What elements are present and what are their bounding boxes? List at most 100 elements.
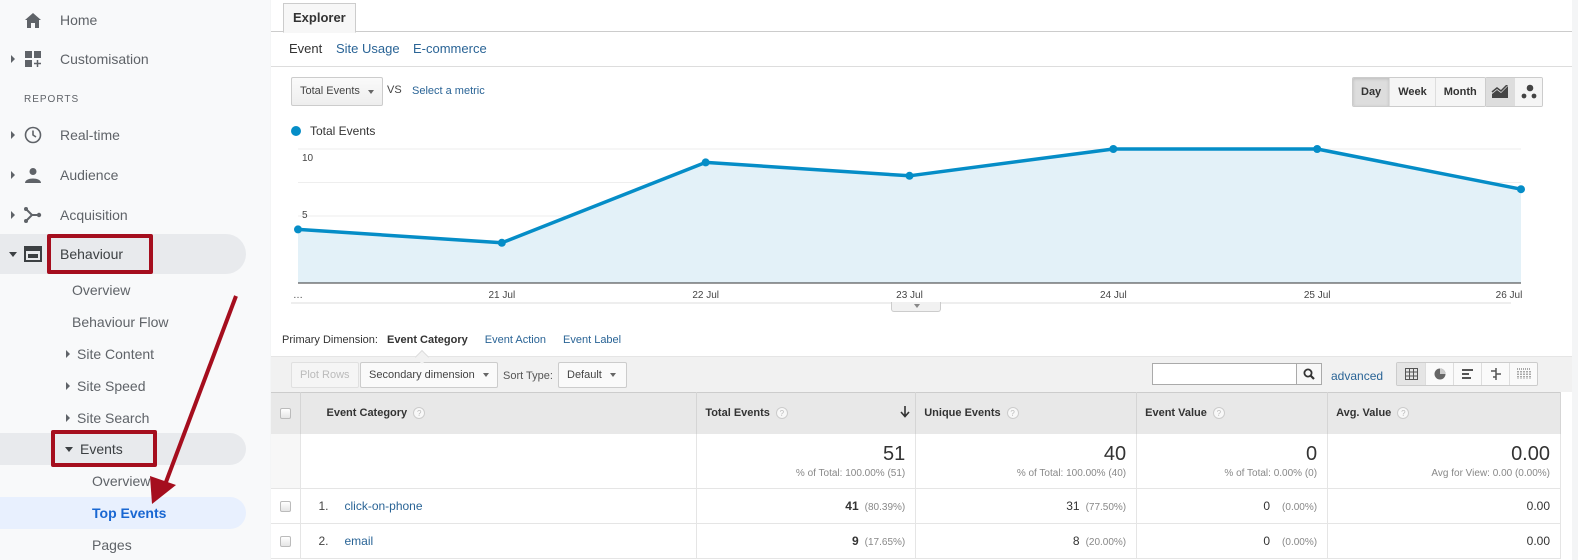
column-header-unique-events[interactable]: Unique Events? (915, 392, 1138, 434)
dimension-event-category[interactable]: Event Category (387, 334, 468, 346)
column-header-avg-value[interactable]: Avg. Value? (1327, 392, 1561, 434)
motion-chart-icon (1521, 84, 1536, 99)
event-category-link[interactable]: email (344, 534, 373, 548)
avg-value-total: 0.00 (1511, 442, 1550, 465)
help-icon[interactable]: ? (1397, 407, 1410, 420)
select-all-cell (271, 392, 302, 434)
table-row: 2. email 9 (17.65%) 8 (20.00%) 0 (0.00%) 0.0… (271, 523, 1561, 559)
total-events-value: 9 (851, 534, 859, 548)
data-point (1517, 185, 1525, 194)
day-button[interactable]: Day (1353, 78, 1390, 106)
event-value-percent: (0.00%) (1282, 537, 1318, 548)
week-button[interactable]: Week (1389, 78, 1435, 106)
row-rank: 1. (318, 499, 329, 513)
select-all-checkbox[interactable] (280, 407, 292, 419)
data-point (1313, 145, 1322, 153)
event-category-link[interactable]: click-on-phone (344, 499, 422, 513)
totals-row: 51 % of Total: 100.00% (51) 40 % of Total:… (271, 433, 1561, 489)
chart-legend: Total Events (291, 124, 375, 138)
pivot-view-button[interactable] (1509, 363, 1537, 385)
dimension-event-label[interactable]: Event Label (563, 334, 621, 346)
table-search-input[interactable] (1152, 363, 1298, 385)
avg-value-subtext: Avg for View: 0.00 (0.00%) (1431, 467, 1550, 479)
data-view-button[interactable] (1397, 363, 1425, 385)
row-rank: 2. (318, 534, 329, 548)
bar-chart-icon (1461, 369, 1473, 379)
events-table: Event Category? Total Events? Unique Eve… (271, 392, 1561, 559)
total-events-percent: (17.65%) (864, 537, 906, 548)
data-point (294, 225, 302, 234)
sidebar: Home Customisation REPORTS Real-time Aud… (0, 0, 270, 560)
chart-type-toggle (1485, 77, 1543, 107)
help-icon[interactable]: ? (1006, 407, 1019, 420)
plot-rows-button[interactable]: Plot Rows (291, 362, 359, 388)
unique-events-percent: (20.00%) (1085, 537, 1127, 548)
dropdown-arrow-icon (482, 373, 489, 378)
x-tick-label: 22 Jul (692, 290, 719, 301)
data-point (905, 171, 914, 180)
row-checkbox[interactable] (280, 500, 292, 512)
x-tick-label: 23 Jul (896, 290, 923, 301)
total-events-percent: (80.39%) (864, 502, 906, 513)
grid-icon (1404, 368, 1418, 380)
dimension-event-action[interactable]: Event Action (485, 334, 546, 346)
sort-type-value: Default (567, 369, 602, 381)
data-point (497, 238, 506, 247)
secondary-dimension-select[interactable]: Secondary dimension (360, 362, 498, 388)
dropdown-arrow-icon (609, 373, 616, 378)
help-icon[interactable]: ? (413, 407, 426, 420)
sort-descending-icon (900, 406, 910, 418)
x-tick-label: 21 Jul (488, 290, 515, 301)
chevron-down-icon (914, 304, 920, 308)
event-value-total: 0 (1305, 442, 1318, 465)
advanced-link[interactable]: advanced (1331, 369, 1383, 383)
subtab-event[interactable]: Event (289, 41, 322, 56)
tab-explorer[interactable]: Explorer (283, 3, 356, 33)
comparison-icon (1490, 368, 1501, 380)
sort-type-select[interactable]: Default (558, 362, 627, 388)
primary-dimension-bar: Primary Dimension: Event Category Event … (282, 334, 635, 346)
unique-events-total: 40 (1103, 442, 1127, 465)
subtab-ecommerce[interactable]: E-commerce (413, 41, 487, 56)
metric-select[interactable]: Total Events (291, 77, 383, 106)
month-button[interactable]: Month (1434, 78, 1485, 106)
column-header-total-events[interactable]: Total Events? (696, 392, 917, 434)
motion-chart-button[interactable] (1514, 78, 1542, 106)
table-view-toggle (1396, 362, 1538, 386)
legend-label: Total Events (310, 124, 376, 138)
pie-chart-icon (1434, 368, 1445, 380)
table-header-row: Event Category? Total Events? Unique Eve… (271, 392, 1561, 434)
x-tick-label: 26 Jul (1496, 290, 1523, 301)
unique-events-value: 8 (1072, 534, 1080, 548)
data-point (701, 158, 710, 167)
data-point (1109, 145, 1118, 153)
performance-view-button[interactable] (1453, 363, 1481, 385)
event-value-subtext: % of Total: 0.00% (0) (1224, 467, 1318, 479)
column-header-event-value[interactable]: Event Value? (1136, 392, 1329, 434)
y-tick-label: 10 (302, 153, 314, 164)
x-tick-label: … (293, 290, 303, 301)
line-chart-icon (1491, 85, 1509, 98)
row-checkbox[interactable] (280, 535, 292, 547)
percentage-view-button[interactable] (1425, 363, 1453, 385)
sort-type-label: Sort Type: (503, 370, 553, 382)
dropdown-arrow-icon (368, 90, 374, 94)
unique-events-value: 31 (1066, 499, 1080, 513)
search-button[interactable] (1296, 363, 1322, 385)
x-tick-label: 25 Jul (1304, 290, 1331, 301)
line-chart-button[interactable] (1486, 78, 1514, 106)
event-value-value: 0 (1263, 534, 1271, 548)
pivot-icon (1516, 368, 1531, 379)
right-gutter (1572, 0, 1578, 560)
help-icon[interactable]: ? (775, 407, 788, 420)
search-icon (1303, 368, 1315, 380)
subtab-site-usage[interactable]: Site Usage (336, 41, 400, 56)
secondary-dimension-label: Secondary dimension (369, 369, 475, 381)
select-metric-link[interactable]: Select a metric (412, 85, 485, 97)
help-icon[interactable]: ? (1212, 407, 1225, 420)
chart-collapse-handle[interactable] (891, 302, 941, 312)
column-header-event-category[interactable]: Event Category? (300, 392, 698, 434)
table-row: 1. click-on-phone 41 (80.39%) 31 (77.50%) 0… (271, 488, 1561, 524)
vs-label: VS (387, 84, 402, 96)
comparison-view-button[interactable] (1481, 363, 1509, 385)
